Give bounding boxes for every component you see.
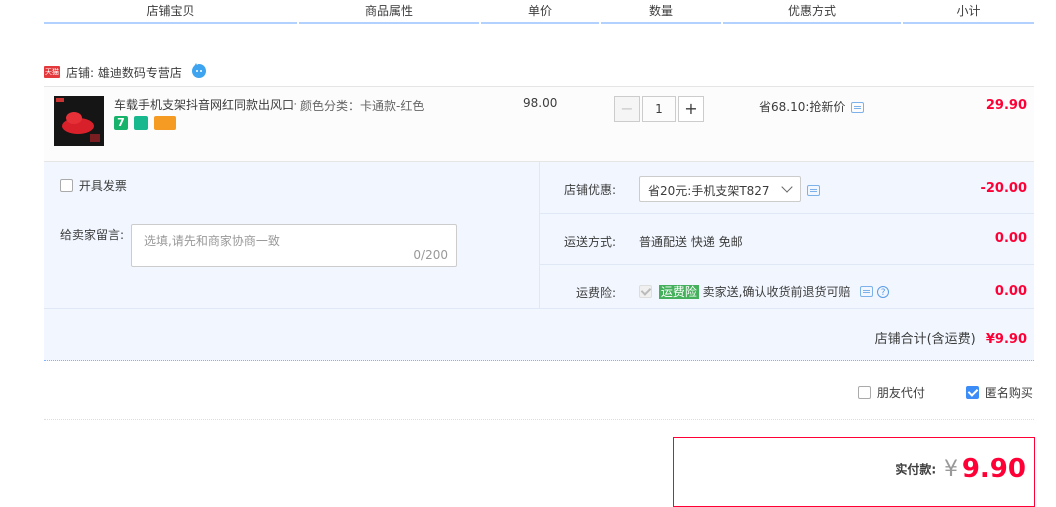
increase-button[interactable]: +	[678, 96, 704, 122]
divider	[539, 264, 1034, 265]
store-discount-label: 店铺优惠:	[564, 183, 617, 197]
store-name-link[interactable]: 店铺: 雄迪数码专营店	[66, 64, 182, 81]
guarantee-icon	[133, 116, 148, 130]
divider	[44, 419, 1034, 420]
payment-amount: 9.90	[961, 454, 1026, 484]
header-col-subtotal: 小计	[903, 0, 1034, 24]
payment-total: 实付款: ¥ 9.90	[895, 454, 1026, 484]
seller-message-input[interactable]: 选填,请先和商家协商一致 0/200	[131, 224, 457, 267]
insurance-text: 卖家送,确认收货前退货可赔	[702, 285, 851, 299]
tmall-badge-icon: 天猫	[44, 66, 60, 78]
insurance-amount: 0.00	[994, 284, 1027, 299]
anonymous-option[interactable]: 匿名购买	[966, 384, 1033, 401]
quantity-stepper: −1 +	[614, 96, 704, 122]
friend-pay-label: 朋友代付	[876, 386, 925, 400]
currency-symbol: ¥	[944, 456, 959, 482]
header-col-attr: 商品属性	[299, 0, 479, 24]
divider	[44, 308, 1034, 309]
invoice-label: 开具发票	[78, 179, 127, 193]
header-col-qty: 数量	[601, 0, 721, 24]
store-total: 店铺合计(含运费) ¥9.90	[875, 328, 1027, 347]
column-header: 店铺宝贝 商品属性 单价 数量 优惠方式 小计	[0, 0, 1056, 34]
product-title-link[interactable]: 车载手机支架抖音网红同款出风口卡扣式车上支撑架	[114, 96, 296, 113]
shipping-amount: 0.00	[994, 231, 1027, 246]
message-counter: 0/200	[413, 248, 448, 262]
store-discount-select[interactable]: 省20元:手机支架T827	[639, 176, 801, 202]
product-thumbnail[interactable]	[54, 96, 104, 146]
insurance-checkbox	[639, 285, 652, 298]
insurance-tag: 运费险	[658, 285, 699, 299]
store-discount-value: 省20元:手机支架T827	[648, 184, 770, 198]
store-discount-amount: -20.00	[980, 181, 1027, 196]
shipping-label: 运送方式:	[564, 235, 617, 249]
insurance-label: 运费险:	[576, 286, 617, 300]
header-col-item: 店铺宝贝	[44, 0, 297, 24]
decrease-button[interactable]: −	[614, 96, 640, 122]
shipping-value: 普通配送 快递 免邮	[639, 235, 743, 249]
chevron-down-icon	[781, 181, 793, 193]
item-discount: 省68.10:抢新价	[759, 98, 865, 115]
wangwang-chat-icon[interactable]	[191, 63, 207, 79]
quantity-input[interactable]: 1	[642, 96, 676, 122]
comment-icon[interactable]	[851, 102, 865, 113]
payment-summary-box: 实付款: ¥ 9.90	[673, 437, 1035, 507]
item-discount-text: 省68.10:抢新价	[759, 100, 846, 114]
invoice-option[interactable]: 开具发票	[60, 177, 127, 194]
seven-day-return-icon: 7	[114, 116, 128, 130]
invoice-checkbox[interactable]	[60, 179, 73, 192]
unit-price: 98.00	[523, 96, 558, 110]
help-icon[interactable]: ?	[877, 285, 890, 298]
payment-label: 实付款:	[895, 462, 937, 477]
comment-icon[interactable]	[807, 185, 820, 196]
anonymous-label: 匿名购买	[984, 386, 1033, 400]
insurance-option: 运费险 卖家送,确认收货前退货可赔 ?	[639, 283, 890, 300]
friend-pay-option[interactable]: 朋友代付	[858, 384, 925, 401]
comment-icon[interactable]	[860, 286, 874, 297]
divider	[539, 213, 1034, 214]
credit-card-icon	[153, 116, 176, 130]
friend-pay-checkbox[interactable]	[858, 386, 871, 399]
header-col-price: 单价	[481, 0, 599, 24]
message-label: 给卖家留言:	[60, 228, 125, 242]
store-total-amount: ¥9.90	[985, 332, 1027, 347]
product-attribute: 颜色分类：卡通款-红色	[300, 99, 425, 113]
store-total-label: 店铺合计(含运费)	[874, 332, 976, 347]
item-subtotal: 29.90	[985, 98, 1027, 113]
anonymous-checkbox[interactable]	[966, 386, 979, 399]
service-tags: 7	[114, 116, 178, 132]
header-col-discount: 优惠方式	[723, 0, 901, 24]
message-placeholder: 选填,请先和商家协商一致	[144, 234, 280, 248]
